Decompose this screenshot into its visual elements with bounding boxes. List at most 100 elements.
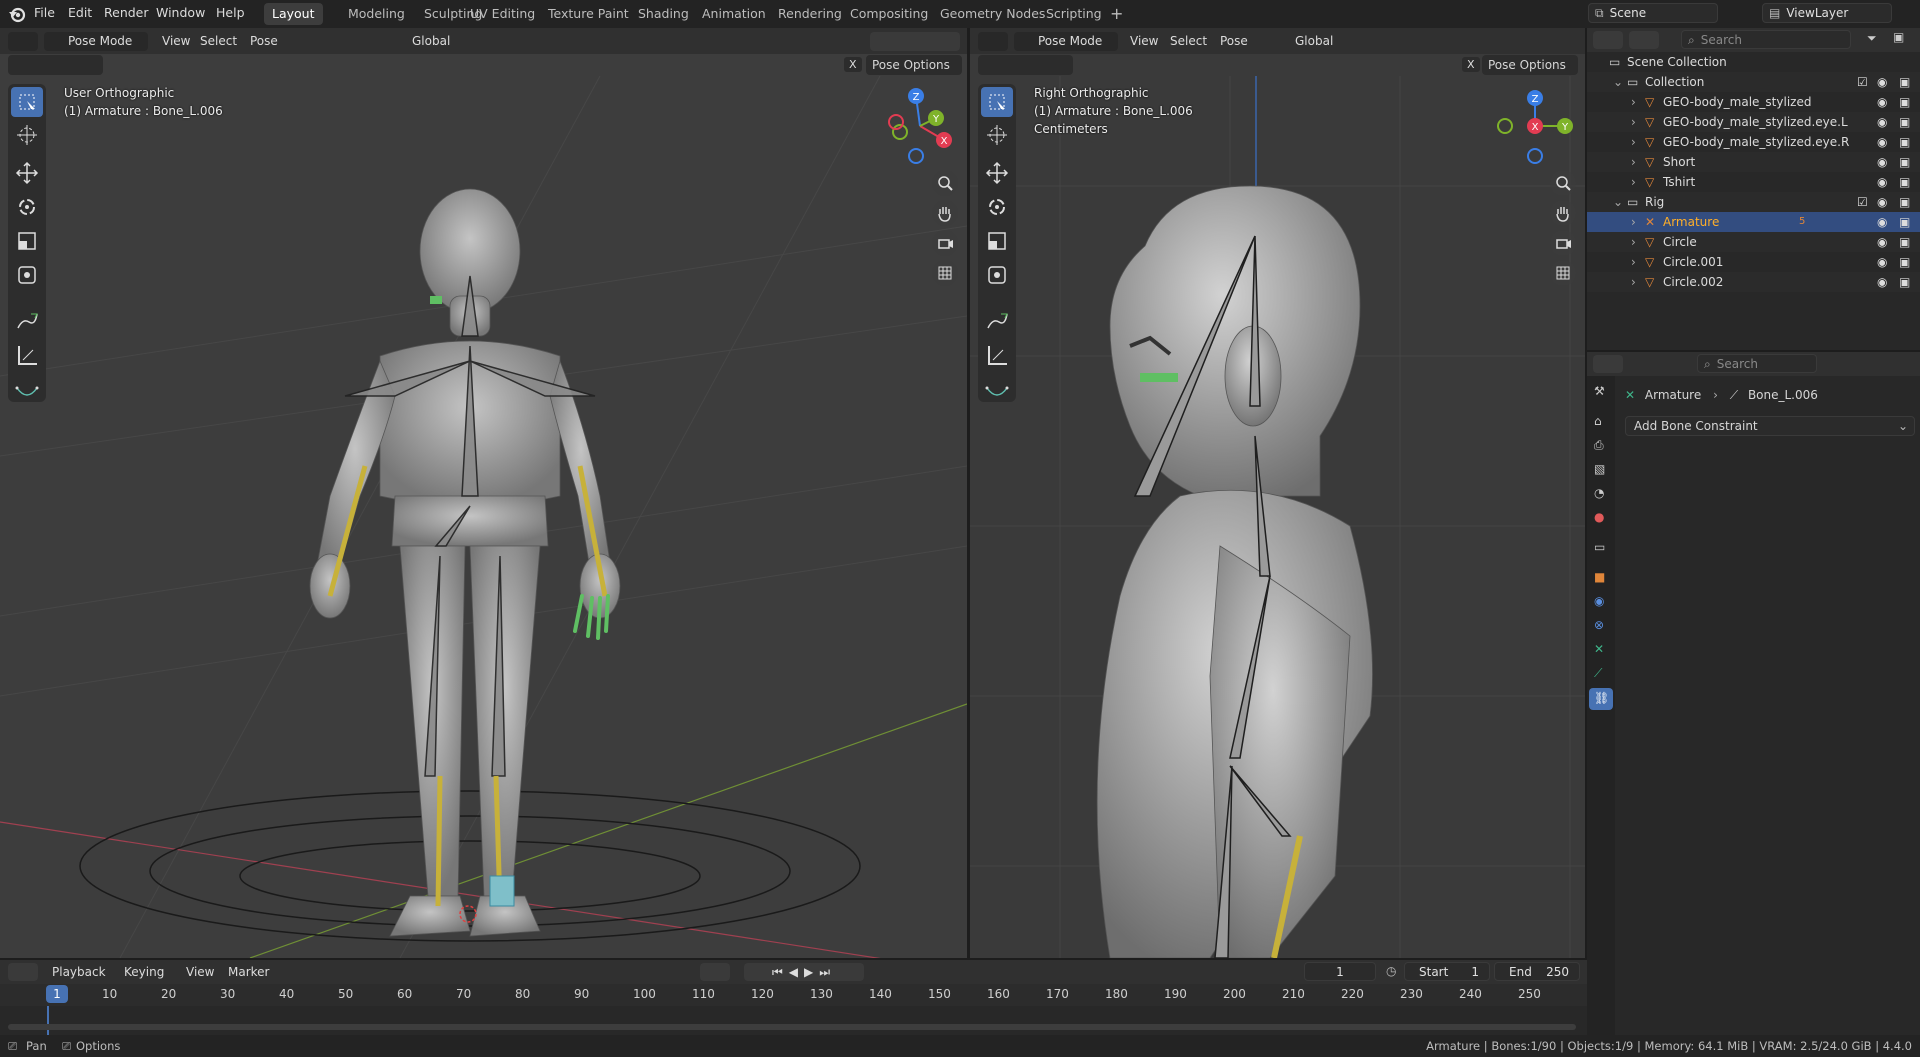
bone-tab-icon[interactable]: ⟋ bbox=[1594, 666, 1602, 681]
collection-tab-icon[interactable]: ▭ bbox=[1594, 540, 1605, 554]
outliner-row[interactable]: › ▽ GEO-body_male_stylized ◉ ▣ bbox=[1587, 92, 1920, 112]
armature-data-tab-icon[interactable]: ✕ bbox=[1594, 642, 1604, 656]
world-tab-icon[interactable]: ● bbox=[1594, 510, 1604, 524]
render-camera-icon[interactable]: ▣ bbox=[1899, 92, 1910, 112]
pan-button[interactable] bbox=[932, 200, 958, 226]
render-camera-icon[interactable]: ▣ bbox=[1899, 152, 1910, 172]
outliner-row[interactable]: › ✕ Armature 5 ◉ ▣ bbox=[1587, 212, 1920, 232]
render-camera-icon[interactable]: ▣ bbox=[1899, 192, 1910, 212]
editor-type-button[interactable] bbox=[1593, 31, 1623, 49]
tab-shading[interactable]: Shading bbox=[630, 3, 697, 25]
menu-edit[interactable]: Edit bbox=[68, 5, 92, 20]
bend-tool[interactable] bbox=[11, 376, 43, 406]
blender-logo-icon[interactable] bbox=[8, 5, 26, 23]
eye-icon[interactable]: ◉ bbox=[1877, 232, 1887, 252]
menu-render[interactable]: Render bbox=[104, 5, 149, 20]
chevron-right-icon[interactable]: › bbox=[1631, 92, 1636, 112]
eye-icon[interactable]: ◉ bbox=[1877, 172, 1887, 192]
select-box-tool[interactable] bbox=[11, 87, 43, 117]
menu-view[interactable]: View bbox=[186, 963, 214, 982]
auto-keying-toggle[interactable] bbox=[700, 963, 730, 981]
menu-marker[interactable]: Marker bbox=[228, 963, 269, 982]
cursor-tool[interactable] bbox=[11, 120, 43, 150]
transform-tool[interactable] bbox=[981, 260, 1013, 290]
orientation-selector[interactable]: Global bbox=[412, 32, 450, 51]
move-tool[interactable] bbox=[11, 158, 43, 188]
menu-view[interactable]: View bbox=[162, 32, 190, 51]
outliner-row[interactable]: › ▽ Tshirt ◉ ▣ bbox=[1587, 172, 1920, 192]
chevron-right-icon[interactable]: › bbox=[1631, 152, 1636, 172]
outliner-row[interactable]: ⌄ ▭ Collection ☑ ◉ ▣ bbox=[1587, 72, 1920, 92]
eye-icon[interactable]: ◉ bbox=[1877, 272, 1887, 292]
filter-icon[interactable]: ⏷ bbox=[1867, 31, 1877, 46]
render-camera-icon[interactable]: ▣ bbox=[1899, 232, 1910, 252]
editor-type-button[interactable] bbox=[8, 963, 38, 981]
chevron-right-icon[interactable]: › bbox=[1631, 132, 1636, 152]
select-mode-buttons[interactable] bbox=[978, 55, 1073, 75]
tab-rendering[interactable]: Rendering bbox=[770, 3, 850, 25]
chevron-right-icon[interactable]: › bbox=[1631, 172, 1636, 192]
close-button[interactable]: X bbox=[1462, 57, 1480, 72]
bend-tool[interactable] bbox=[981, 376, 1013, 406]
move-tool[interactable] bbox=[981, 158, 1013, 188]
playhead[interactable]: 1 bbox=[46, 985, 68, 1003]
outliner-row[interactable]: › ▽ Circle.001 ◉ ▣ bbox=[1587, 252, 1920, 272]
eye-icon[interactable]: ◉ bbox=[1877, 212, 1887, 232]
render-camera-icon[interactable]: ▣ bbox=[1899, 212, 1910, 232]
start-frame-field[interactable]: Start 1 bbox=[1404, 962, 1490, 981]
rotate-tool[interactable] bbox=[11, 192, 43, 222]
tab-layout[interactable]: Layout bbox=[264, 3, 323, 25]
view-layer-tab-icon[interactable]: ▧ bbox=[1594, 462, 1605, 476]
outliner-row[interactable]: › ▽ GEO-body_male_stylized.eye.L ◉ ▣ bbox=[1587, 112, 1920, 132]
annotate-tool[interactable] bbox=[981, 306, 1013, 336]
exclude-checkbox[interactable]: ☑ bbox=[1857, 72, 1868, 92]
render-tab-icon[interactable]: ⌂ bbox=[1594, 414, 1602, 428]
properties-search[interactable]: ⌕ Search bbox=[1697, 354, 1817, 373]
scale-tool[interactable] bbox=[981, 226, 1013, 256]
object-constraint-tab-icon[interactable]: ⊗ bbox=[1594, 618, 1604, 632]
editor-type-button[interactable] bbox=[8, 32, 38, 51]
cursor-tool[interactable] bbox=[981, 120, 1013, 150]
annotate-tool[interactable] bbox=[11, 306, 43, 336]
menu-pose[interactable]: Pose bbox=[250, 32, 278, 51]
outliner-row[interactable]: › ▽ Short ◉ ▣ bbox=[1587, 152, 1920, 172]
bone-constraint-tab[interactable]: ⛓ bbox=[1589, 688, 1613, 710]
add-workspace-icon[interactable]: + bbox=[1110, 4, 1123, 23]
tab-geometry-nodes[interactable]: Geometry Nodes bbox=[932, 3, 1053, 25]
scene-selector[interactable]: ⧉ Scene bbox=[1588, 3, 1718, 23]
eye-icon[interactable]: ◉ bbox=[1877, 252, 1887, 272]
render-camera-icon[interactable]: ▣ bbox=[1899, 272, 1910, 292]
new-collection-icon[interactable]: ▣ bbox=[1893, 30, 1904, 44]
tab-uv-editing[interactable]: UV Editing bbox=[462, 3, 543, 25]
exclude-checkbox[interactable]: ☑ bbox=[1857, 192, 1868, 212]
view-layer-selector[interactable]: ▤ ViewLayer bbox=[1762, 3, 1892, 23]
tab-animation[interactable]: Animation bbox=[694, 3, 774, 25]
rotate-tool[interactable] bbox=[981, 192, 1013, 222]
scene-tab-icon[interactable]: ◔ bbox=[1594, 486, 1604, 500]
eye-icon[interactable]: ◉ bbox=[1877, 72, 1887, 92]
menu-help[interactable]: Help bbox=[216, 5, 245, 20]
menu-select[interactable]: Select bbox=[200, 32, 237, 51]
tab-texture-paint[interactable]: Texture Paint bbox=[540, 3, 637, 25]
tab-compositing[interactable]: Compositing bbox=[842, 3, 936, 25]
outliner-row[interactable]: › ▽ Circle.002 ◉ ▣ bbox=[1587, 272, 1920, 292]
tab-modeling[interactable]: Modeling bbox=[340, 3, 413, 25]
clock-icon[interactable]: ◷ bbox=[1386, 964, 1396, 978]
camera-view-button[interactable] bbox=[1550, 230, 1576, 256]
chevron-right-icon[interactable]: › bbox=[1631, 252, 1636, 272]
navigation-gizmo[interactable]: Z X Y bbox=[880, 86, 960, 166]
scale-tool[interactable] bbox=[11, 226, 43, 256]
perspective-toggle-button[interactable] bbox=[1550, 260, 1576, 286]
menu-view[interactable]: View bbox=[1130, 32, 1158, 51]
viewport-left[interactable]: Pose Mode View Select Pose Global X Pose… bbox=[0, 28, 967, 958]
render-camera-icon[interactable]: ▣ bbox=[1899, 252, 1910, 272]
outliner-row[interactable]: › ▽ GEO-body_male_stylized.eye.R ◉ ▣ bbox=[1587, 132, 1920, 152]
perspective-toggle-button[interactable] bbox=[932, 260, 958, 286]
object-tab-icon[interactable]: ■ bbox=[1594, 570, 1605, 584]
menu-select[interactable]: Select bbox=[1170, 32, 1207, 51]
transform-tool[interactable] bbox=[11, 260, 43, 290]
viewport-right[interactable]: Pose Mode View Select Pose Global X Pose… bbox=[970, 28, 1585, 958]
tool-tab-icon[interactable]: ⚒ bbox=[1594, 384, 1605, 398]
eye-icon[interactable]: ◉ bbox=[1877, 112, 1887, 132]
playback-controls[interactable]: ⏮◀▶⏭ bbox=[744, 963, 864, 981]
